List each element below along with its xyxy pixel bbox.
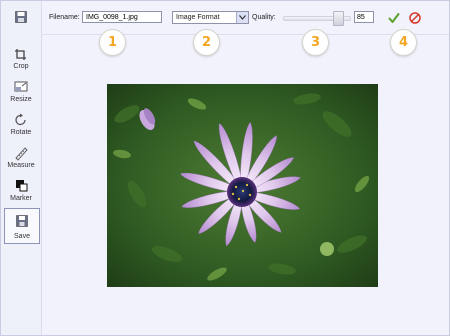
tool-crop-label: Crop	[13, 63, 29, 70]
quality-input[interactable]	[354, 11, 374, 23]
tool-save[interactable]: Save	[4, 208, 40, 244]
callout-1: 1	[99, 29, 126, 56]
filename-label: Filename:	[49, 14, 80, 21]
tool-marker-label: Marker	[10, 195, 32, 202]
quality-label: Quality:	[252, 14, 276, 21]
callout-3: 3	[302, 29, 329, 56]
quality-slider-thumb[interactable]	[333, 11, 344, 26]
tool-rotate[interactable]: Rotate	[4, 111, 38, 141]
tool-measure-label: Measure	[7, 162, 35, 169]
save-options-toolbar: Filename: Image Format Quality:	[42, 1, 449, 35]
crop-icon	[15, 49, 26, 60]
tool-resize[interactable]: Resize	[4, 78, 38, 108]
chevron-down-icon[interactable]	[236, 12, 248, 23]
cancel-icon[interactable]	[409, 12, 421, 24]
editor-window: Crop Resize Rotate Measure Marker Save F…	[0, 0, 450, 336]
save-icon	[16, 215, 28, 227]
callout-2: 2	[193, 29, 220, 56]
tool-sidebar: Crop Resize Rotate Measure Marker Save	[1, 1, 42, 335]
tool-rotate-label: Rotate	[10, 129, 32, 136]
image-format-select[interactable]: Image Format	[172, 11, 249, 24]
tool-resize-label: Resize	[10, 96, 32, 103]
checkmark-icon[interactable]	[388, 12, 400, 24]
tool-crop[interactable]: Crop	[4, 45, 38, 75]
save-icon[interactable]	[13, 9, 29, 25]
marker-icon	[16, 180, 28, 192]
callout-4: 4	[390, 29, 417, 56]
ruler-icon	[15, 147, 28, 161]
resize-icon	[14, 81, 28, 92]
rotate-icon	[15, 113, 26, 126]
tool-measure[interactable]: Measure	[4, 144, 38, 174]
tool-save-label: Save	[14, 233, 30, 240]
tool-marker[interactable]: Marker	[4, 177, 38, 207]
image-format-selected: Image Format	[176, 14, 220, 21]
filename-input[interactable]	[82, 11, 162, 23]
preview-image	[107, 84, 378, 287]
